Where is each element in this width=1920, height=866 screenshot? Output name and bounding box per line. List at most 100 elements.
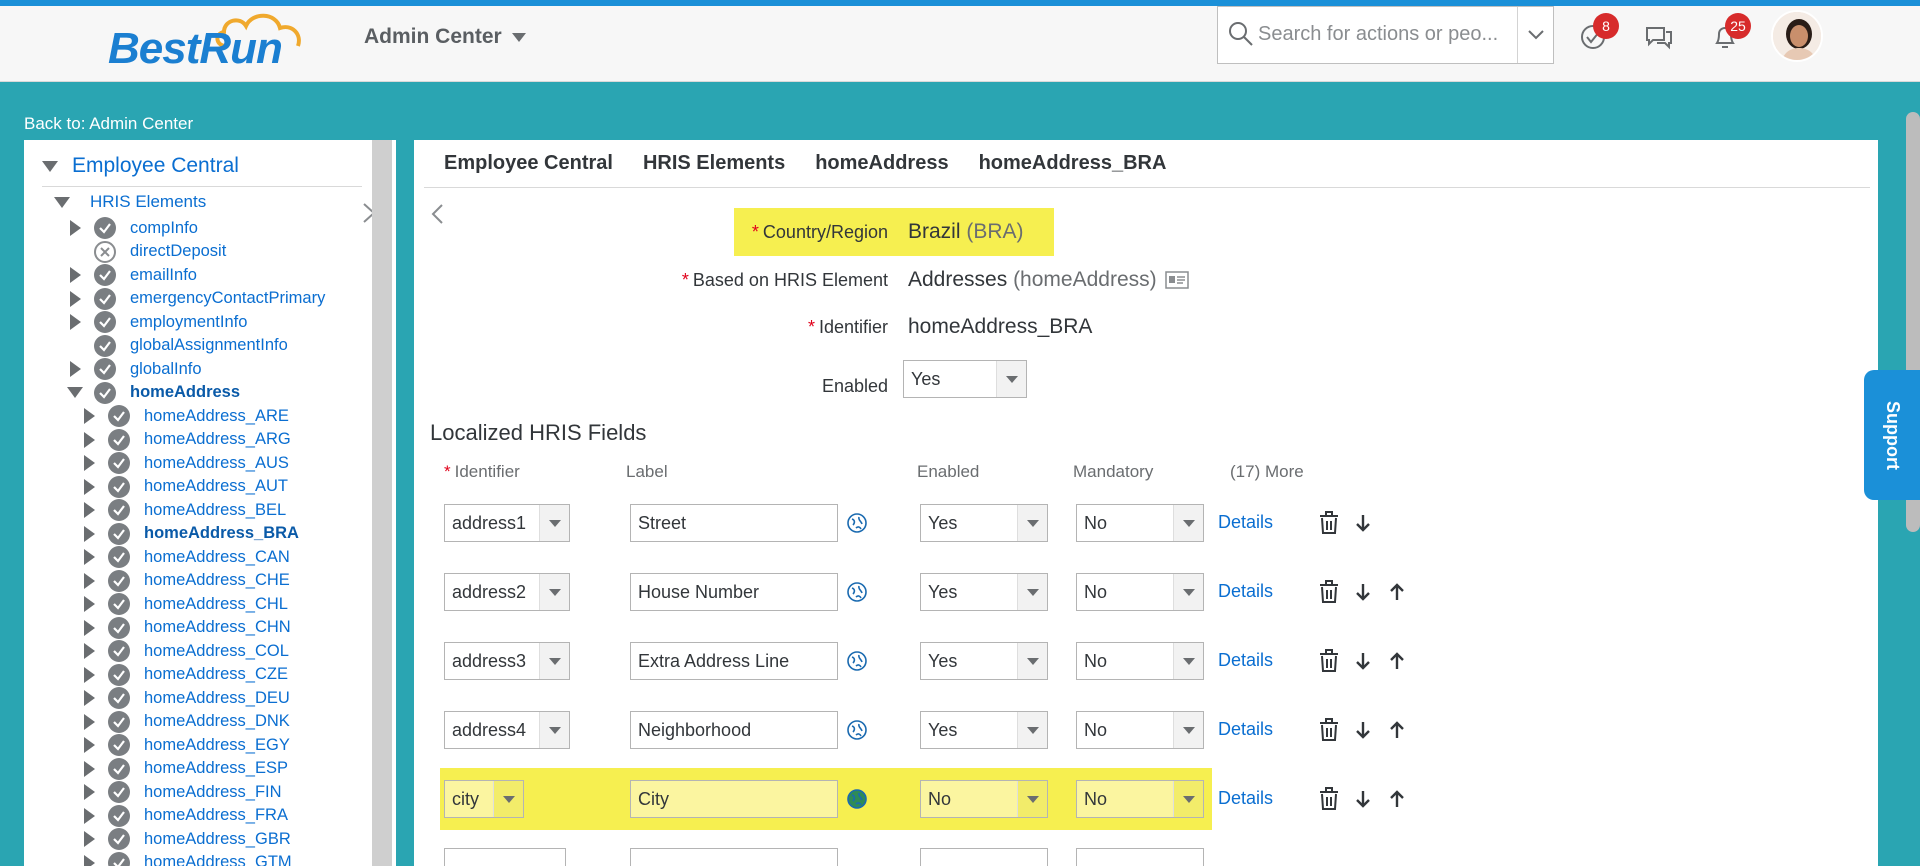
- expand-icon[interactable]: [66, 220, 84, 236]
- expand-icon[interactable]: [66, 361, 84, 377]
- chevron-down-icon[interactable]: [493, 781, 523, 817]
- tree-item[interactable]: homeAddress_AUT: [80, 475, 288, 498]
- label-input[interactable]: Neighborhood: [630, 711, 838, 749]
- move-up-icon[interactable]: [1384, 648, 1410, 674]
- move-up-icon[interactable]: [1384, 579, 1410, 605]
- delete-icon[interactable]: [1316, 579, 1342, 605]
- chevron-down-icon[interactable]: [1173, 574, 1203, 610]
- expand-icon[interactable]: [80, 760, 98, 777]
- move-down-icon[interactable]: [1350, 579, 1376, 605]
- tree-item[interactable]: homeAddress_CHE: [80, 569, 290, 592]
- tree-item[interactable]: homeAddress_ESP: [80, 757, 288, 780]
- mandatory-select[interactable]: No: [1076, 780, 1204, 818]
- expand-icon[interactable]: [80, 737, 98, 753]
- chevron-down-icon[interactable]: [1173, 781, 1203, 817]
- breadcrumb-item[interactable]: homeAddress_BRA: [979, 152, 1167, 175]
- label-input[interactable]: [630, 848, 838, 866]
- chat-button[interactable]: [1642, 20, 1676, 54]
- expand-icon[interactable]: [80, 408, 98, 424]
- collapse-icon[interactable]: [42, 160, 58, 172]
- tree-item[interactable]: homeAddress_DNK: [80, 710, 290, 733]
- breadcrumb-item[interactable]: homeAddress: [815, 152, 948, 175]
- enabled-select[interactable]: Yes: [920, 711, 1048, 749]
- translate-globe-icon[interactable]: [846, 719, 868, 741]
- delete-icon[interactable]: [1316, 510, 1342, 536]
- expand-icon[interactable]: [80, 478, 98, 495]
- delete-icon[interactable]: [1316, 717, 1342, 743]
- tree-item[interactable]: emergencyContactPrimary: [66, 287, 325, 310]
- enabled-select[interactable]: Yes: [920, 642, 1048, 680]
- move-down-icon[interactable]: [1350, 510, 1376, 536]
- identifier-select[interactable]: address3: [444, 642, 570, 680]
- identifier-select[interactable]: address1: [444, 504, 570, 542]
- label-input[interactable]: Street: [630, 504, 838, 542]
- expand-icon[interactable]: [66, 314, 84, 330]
- identifier-select[interactable]: address4: [444, 711, 570, 749]
- search-scope-dropdown[interactable]: [1517, 7, 1553, 63]
- breadcrumb-item[interactable]: Employee Central: [444, 152, 613, 175]
- chevron-down-icon[interactable]: [539, 643, 569, 679]
- tree-item[interactable]: homeAddress: [66, 381, 240, 404]
- collapse-icon[interactable]: [54, 196, 70, 208]
- tree-item[interactable]: homeAddress_DEU: [80, 687, 290, 709]
- mandatory-select[interactable]: [1076, 848, 1204, 866]
- enabled-select[interactable]: Yes: [920, 504, 1048, 542]
- details-link[interactable]: Details: [1218, 788, 1273, 809]
- identifier-select[interactable]: [444, 848, 566, 866]
- expand-icon[interactable]: [66, 290, 84, 307]
- chevron-down-icon[interactable]: [1017, 574, 1047, 610]
- chevron-down-icon[interactable]: [1017, 781, 1047, 817]
- bestrun-logo[interactable]: BestRun: [108, 24, 283, 74]
- label-input[interactable]: House Number: [630, 573, 838, 611]
- tree-item[interactable]: homeAddress_AUS: [80, 452, 289, 474]
- expand-icon[interactable]: [80, 431, 98, 448]
- move-up-icon[interactable]: [1384, 717, 1410, 743]
- chevron-down-icon[interactable]: [539, 505, 569, 541]
- chevron-down-icon[interactable]: [539, 574, 569, 610]
- translate-globe-icon[interactable]: [846, 788, 868, 810]
- expand-icon[interactable]: [80, 713, 98, 730]
- tree-root-employee-central[interactable]: Employee Central: [42, 154, 239, 178]
- identifier-select[interactable]: city: [444, 780, 524, 818]
- expand-icon[interactable]: [80, 572, 98, 589]
- tree-item[interactable]: homeAddress_CHL: [80, 593, 288, 615]
- chevron-down-icon[interactable]: [1173, 712, 1203, 748]
- tree-item[interactable]: homeAddress_FIN: [80, 781, 282, 803]
- enabled-select[interactable]: [920, 848, 1048, 866]
- expand-icon[interactable]: [80, 455, 98, 471]
- chevron-down-icon[interactable]: [539, 712, 569, 748]
- enabled-select[interactable]: Yes: [920, 573, 1048, 611]
- tree-item[interactable]: homeAddress_COL: [80, 640, 289, 662]
- expand-icon[interactable]: [80, 666, 98, 683]
- expand-icon[interactable]: [80, 643, 98, 659]
- chevron-down-icon[interactable]: [1173, 643, 1203, 679]
- tree-panel-scrollbar[interactable]: [372, 140, 392, 866]
- tree-item[interactable]: employmentInfo: [66, 311, 247, 333]
- user-avatar[interactable]: [1771, 10, 1823, 62]
- delete-icon[interactable]: [1316, 648, 1342, 674]
- tree-node-hris-elements[interactable]: HRIS Elements: [54, 192, 206, 212]
- move-up-icon[interactable]: [1384, 786, 1410, 812]
- translate-globe-icon[interactable]: [846, 581, 868, 603]
- tree-item[interactable]: homeAddress_FRA: [80, 804, 288, 827]
- global-search[interactable]: Search for actions or peo...: [1217, 6, 1554, 64]
- tree-item[interactable]: emailInfo: [66, 264, 197, 286]
- expand-icon[interactable]: [80, 525, 98, 542]
- collapse-icon[interactable]: [66, 387, 84, 398]
- mandatory-select[interactable]: No: [1076, 573, 1204, 611]
- details-link[interactable]: Details: [1218, 581, 1273, 602]
- search-input[interactable]: Search for actions or peo...: [1258, 23, 1508, 46]
- tree-item[interactable]: homeAddress_GBR: [80, 828, 291, 850]
- tree-item[interactable]: homeAddress_GTM: [80, 851, 292, 866]
- identifier-select[interactable]: address2: [444, 573, 570, 611]
- mandatory-select[interactable]: No: [1076, 711, 1204, 749]
- enabled-select[interactable]: No: [920, 780, 1048, 818]
- move-down-icon[interactable]: [1350, 648, 1376, 674]
- mandatory-select[interactable]: No: [1076, 642, 1204, 680]
- expand-icon[interactable]: [80, 502, 98, 518]
- admin-center-menu[interactable]: Admin Center: [364, 25, 526, 49]
- tree-item[interactable]: homeAddress_CZE: [80, 663, 288, 686]
- expand-icon[interactable]: [80, 619, 98, 636]
- enabled-select[interactable]: Yes: [903, 360, 1027, 398]
- move-down-icon[interactable]: [1350, 786, 1376, 812]
